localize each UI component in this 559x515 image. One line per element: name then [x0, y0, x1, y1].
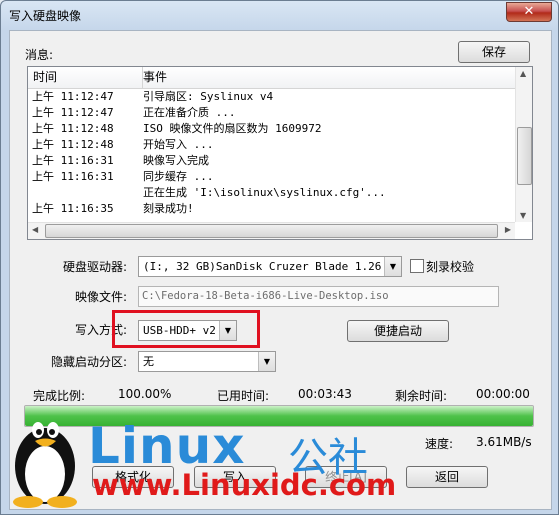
- verify-checkbox[interactable]: [410, 259, 424, 273]
- log-time: 上午 11:16:31: [32, 154, 114, 167]
- drive-label: 硬盘驱动器:: [63, 260, 128, 274]
- verify-label: 刻录校验: [426, 260, 475, 274]
- chevron-down-icon: ▼: [258, 352, 275, 371]
- log-label: 消息:: [25, 48, 54, 62]
- scroll-right-icon[interactable]: ▶: [505, 225, 511, 234]
- log-event: 正在生成 'I:\isolinux\syslinux.cfg'...: [143, 186, 386, 199]
- log-event: ISO 映像文件的扇区数为 1609972: [143, 122, 322, 135]
- close-icon: ✕: [523, 4, 535, 19]
- drive-select[interactable]: (I:, 32 GB)SanDisk Cruzer Blade 1.26 ▼: [138, 256, 402, 277]
- hidden-partition-select[interactable]: 无 ▼: [138, 351, 276, 372]
- log-event: 正在准备介质 ...: [143, 106, 236, 119]
- log-time: 上午 11:12:47: [32, 106, 114, 119]
- complete-value: 100.00%: [118, 387, 172, 401]
- log-row[interactable]: 上午 11:12:48 开始写入 ...: [28, 137, 515, 153]
- log-event: 开始写入 ...: [143, 138, 214, 151]
- speed-value: 3.61MB/s: [476, 435, 532, 449]
- speed-label: 速度:: [425, 437, 454, 451]
- log-rows: 上午 11:12:47 引导扇区: Syslinux v4 上午 11:12:47…: [28, 89, 515, 217]
- log-time: 上午 11:12:47: [32, 90, 114, 103]
- image-file-field[interactable]: C:\Fedora-18-Beta-i686-Live-Desktop.iso: [138, 286, 499, 307]
- log-header: 时间 事件: [28, 67, 515, 89]
- chevron-down-icon: ▼: [384, 257, 401, 276]
- column-header-event[interactable]: 事件: [143, 67, 167, 88]
- scroll-down-icon[interactable]: ▼: [520, 211, 526, 220]
- remaining-value: 00:00:00: [476, 387, 530, 401]
- log-row[interactable]: 上午 11:12:47 正在准备介质 ...: [28, 105, 515, 121]
- image-file-label: 映像文件:: [75, 290, 128, 304]
- log-event: 同步缓存 ...: [143, 170, 214, 183]
- horizontal-scroll-thumb[interactable]: [45, 224, 498, 238]
- log-row[interactable]: 上午 11:16:31 同步缓存 ...: [28, 169, 515, 185]
- log-row[interactable]: 上午 11:12:47 引导扇区: Syslinux v4: [28, 89, 515, 105]
- watermark-brand: Linux: [88, 417, 246, 475]
- tux-penguin-icon: [13, 422, 77, 508]
- save-button[interactable]: 保存: [458, 41, 530, 63]
- hidden-partition-value: 无: [143, 355, 154, 368]
- remaining-label: 剩余时间:: [395, 389, 448, 403]
- log-list[interactable]: 时间 事件 上午 11:12:47 引导扇区: Syslinux v4 上午 11…: [27, 66, 533, 240]
- elapsed-label: 已用时间:: [217, 389, 270, 403]
- log-row[interactable]: 上午 11:12:48 ISO 映像文件的扇区数为 1609972: [28, 121, 515, 137]
- log-time: 上午 11:12:48: [32, 122, 114, 135]
- horizontal-scrollbar[interactable]: ◀ ▶: [28, 222, 515, 239]
- log-time: 上午 11:16:31: [32, 170, 114, 183]
- vertical-scrollbar[interactable]: ▲ ▼: [515, 67, 532, 222]
- log-event: 引导扇区: Syslinux v4: [143, 90, 274, 103]
- log-event: 映像写入完成: [143, 154, 209, 167]
- log-row[interactable]: 上午 11:16:31 映像写入完成: [28, 153, 515, 169]
- drive-value: (I:, 32 GB)SanDisk Cruzer Blade 1.26: [143, 260, 382, 273]
- close-button[interactable]: ✕: [506, 2, 552, 22]
- window-title: 写入硬盘映像: [9, 9, 82, 23]
- log-time: 上午 11:12:48: [32, 138, 114, 151]
- log-event: 刻录成功!: [143, 202, 194, 215]
- highlight-box: [112, 310, 260, 348]
- watermark-url: www.Linuxidc.com: [92, 468, 397, 502]
- scroll-up-icon[interactable]: ▲: [520, 69, 526, 78]
- log-row[interactable]: 上午 11:16:35 刻录成功!: [28, 201, 515, 217]
- quick-boot-button[interactable]: 便捷启动: [347, 320, 449, 342]
- vertical-scroll-thumb[interactable]: [517, 127, 532, 185]
- complete-label: 完成比例:: [33, 389, 86, 403]
- log-time: 上午 11:16:35: [32, 202, 114, 215]
- dialog-window: 写入硬盘映像 ✕ 消息: 保存 时间 事件 上午 11:12:47 引导扇区: S…: [0, 0, 559, 515]
- hidden-partition-label: 隐藏启动分区:: [51, 355, 128, 369]
- log-row[interactable]: 正在生成 'I:\isolinux\syslinux.cfg'...: [28, 185, 515, 201]
- title-bar[interactable]: 写入硬盘映像 ✕: [1, 1, 558, 29]
- elapsed-value: 00:03:43: [298, 387, 352, 401]
- back-button[interactable]: 返回: [406, 466, 488, 488]
- column-header-time[interactable]: 时间: [28, 67, 143, 88]
- scroll-left-icon[interactable]: ◀: [32, 225, 38, 234]
